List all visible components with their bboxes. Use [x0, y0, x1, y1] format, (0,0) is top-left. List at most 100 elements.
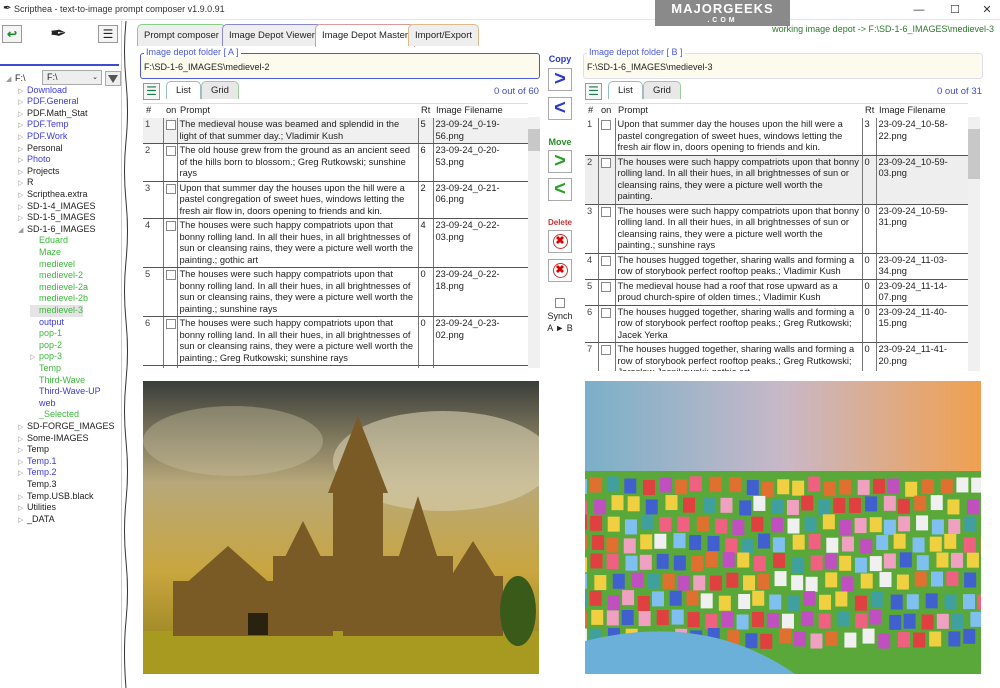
- tree-item[interactable]: ▷ Scripthea.extra: [18, 189, 88, 201]
- tree-item[interactable]: output: [30, 317, 64, 329]
- copy-a-to-b-button[interactable]: >: [548, 68, 572, 91]
- depot-a-scrollbar[interactable]: [528, 117, 540, 368]
- column-header-prompt[interactable]: Prompt: [615, 104, 862, 118]
- tab-import-export[interactable]: Import/Export: [408, 24, 480, 46]
- column-header-rt[interactable]: Rt: [862, 104, 876, 118]
- tree-item[interactable]: ▷ Some-IMAGES: [18, 433, 89, 445]
- depot-a-image-preview[interactable]: [143, 381, 539, 674]
- row-checkbox[interactable]: [600, 307, 611, 318]
- column-header-file[interactable]: Image Filename: [433, 104, 528, 118]
- column-header-num[interactable]: #: [585, 104, 598, 118]
- tree-item[interactable]: _Selected: [30, 409, 79, 421]
- tab-image-depot-master[interactable]: Image Depot Master: [315, 24, 416, 47]
- depot-a-menu-button[interactable]: ☰: [143, 83, 160, 100]
- tree-item[interactable]: medievel-2b: [30, 293, 88, 305]
- refresh-button[interactable]: ↩: [2, 25, 22, 43]
- tree-item[interactable]: ▷ pop-3: [30, 351, 62, 363]
- column-header-file[interactable]: Image Filename: [876, 104, 968, 118]
- tree-item[interactable]: ▷ _DATA: [18, 514, 55, 526]
- tree-item[interactable]: ▷ Photo: [18, 154, 51, 166]
- tree-item[interactable]: ◢ F:\: [6, 73, 26, 85]
- tree-item[interactable]: medievel-3: [30, 305, 84, 317]
- table-row[interactable]: 4 The houses were such happy compatriots …: [143, 218, 528, 268]
- table-row[interactable]: 3 Upon that summer day the houses upon th…: [143, 181, 528, 219]
- tree-item[interactable]: ▷ R: [18, 177, 34, 189]
- tree-item[interactable]: Eduard: [30, 235, 68, 247]
- depot-b-menu-button[interactable]: ☰: [585, 83, 602, 100]
- depot-b-tab-grid[interactable]: Grid: [643, 81, 681, 99]
- depot-b-scrollbar[interactable]: [968, 117, 980, 371]
- tree-item[interactable]: Third-Wave: [30, 375, 85, 387]
- tree-item[interactable]: ▷ PDF.Temp: [18, 119, 69, 131]
- tree-item[interactable]: ▷ PDF.Math_Stat: [18, 108, 88, 120]
- row-checkbox[interactable]: [600, 255, 611, 266]
- table-row[interactable]: 5 The houses were such happy compatriots …: [143, 267, 528, 317]
- table-row[interactable]: 6 The houses hugged together, sharing wal…: [585, 305, 968, 343]
- tree-item[interactable]: ▷ PDF.Work: [18, 131, 67, 143]
- tree-item[interactable]: medievel-2: [30, 270, 83, 282]
- move-a-to-b-button[interactable]: >: [548, 150, 572, 173]
- tree-item[interactable]: medievel-2a: [30, 282, 88, 294]
- column-header-on[interactable]: on: [163, 104, 177, 118]
- column-header-on[interactable]: on: [598, 104, 615, 118]
- row-checkbox[interactable]: [600, 281, 611, 292]
- row-checkbox[interactable]: [165, 120, 176, 130]
- table-row[interactable]: 2 The houses were such happy compatriots …: [585, 155, 968, 205]
- tree-item[interactable]: ▷ Temp.USB.black: [18, 491, 94, 503]
- move-b-to-a-button[interactable]: <: [548, 178, 572, 201]
- depot-a-tab-list[interactable]: List: [166, 81, 201, 99]
- tree-item[interactable]: Maze: [30, 247, 61, 259]
- tree-item[interactable]: medievel: [30, 259, 75, 271]
- table-row[interactable]: 7 The houses hugged together, sharing wal…: [585, 342, 968, 371]
- table-row[interactable]: 2 The old house grew from the ground as a…: [143, 143, 528, 182]
- tree-item[interactable]: ▷ Temp.2: [18, 467, 57, 479]
- close-button[interactable]: ✕: [980, 3, 994, 17]
- row-checkbox[interactable]: [600, 157, 611, 168]
- table-row[interactable]: 4 The houses hugged together, sharing wal…: [585, 253, 968, 280]
- table-row[interactable]: 6 The houses were such happy compatriots …: [143, 316, 528, 366]
- tab-image-depot-viewer[interactable]: Image Depot Viewer: [222, 24, 322, 46]
- drive-dropdown-button[interactable]: [105, 71, 121, 86]
- tree-item[interactable]: Third-Wave-UP: [30, 386, 101, 398]
- tree-item[interactable]: web: [30, 398, 56, 410]
- row-checkbox[interactable]: [165, 319, 176, 329]
- tree-item[interactable]: ▷ PDF.General: [18, 96, 79, 108]
- row-checkbox[interactable]: [165, 146, 176, 156]
- expand-arrow-icon[interactable]: ◢: [18, 225, 27, 237]
- table-row[interactable]: 1 Upon that summer day the houses upon th…: [585, 118, 968, 156]
- column-header-rt[interactable]: Rt: [418, 104, 433, 118]
- table-row[interactable]: 7 The houses were such happy compatriots …: [143, 365, 528, 368]
- tree-item[interactable]: ▷ SD-1-5_IMAGES: [18, 212, 96, 224]
- row-checkbox[interactable]: [165, 270, 176, 280]
- copy-b-to-a-button[interactable]: <: [548, 97, 572, 120]
- table-row[interactable]: 3 The houses were such happy compatriots …: [585, 204, 968, 254]
- tree-item[interactable]: pop-1: [30, 328, 62, 340]
- table-row[interactable]: 1 The medieval house was beamed and splen…: [143, 118, 528, 144]
- tree-item[interactable]: ▷ SD-1-4_IMAGES: [18, 201, 96, 213]
- tree-item[interactable]: ▷ Download: [18, 85, 67, 97]
- row-checkbox[interactable]: [600, 120, 611, 130]
- expand-arrow-icon[interactable]: ◢: [6, 74, 15, 86]
- delete-a-button[interactable]: ✖: [548, 230, 572, 253]
- splitter[interactable]: [122, 21, 130, 688]
- depot-b-tab-list[interactable]: List: [608, 81, 643, 99]
- table-row[interactable]: 5 The medieval house had a roof that rose…: [585, 279, 968, 306]
- tree-item[interactable]: ▷ SD-FORGE_IMAGES: [18, 421, 115, 433]
- tree-item[interactable]: pop-2: [30, 340, 62, 352]
- menu-button[interactable]: ☰: [98, 25, 118, 43]
- depot-a-path[interactable]: F:\SD-1-6_IMAGES\medievel-2: [144, 62, 270, 72]
- column-header-num[interactable]: #: [143, 104, 163, 118]
- delete-b-button[interactable]: ✖: [548, 259, 572, 282]
- expand-arrow-icon[interactable]: ▷: [18, 515, 27, 527]
- depot-b-image-preview[interactable]: [585, 381, 981, 674]
- depot-a-tab-grid[interactable]: Grid: [201, 81, 239, 99]
- minimize-button[interactable]: —: [912, 3, 926, 17]
- tree-item[interactable]: ▷ Temp: [18, 444, 49, 456]
- maximize-button[interactable]: ☐: [948, 3, 962, 17]
- depot-b-path[interactable]: F:\SD-1-6_IMAGES\medievel-3: [587, 62, 713, 72]
- column-header-prompt[interactable]: Prompt: [177, 104, 418, 118]
- tree-item[interactable]: Temp: [30, 363, 61, 375]
- drive-select[interactable]: F:\ ⌄: [42, 70, 102, 85]
- row-checkbox[interactable]: [600, 206, 611, 217]
- row-checkbox[interactable]: [165, 221, 176, 231]
